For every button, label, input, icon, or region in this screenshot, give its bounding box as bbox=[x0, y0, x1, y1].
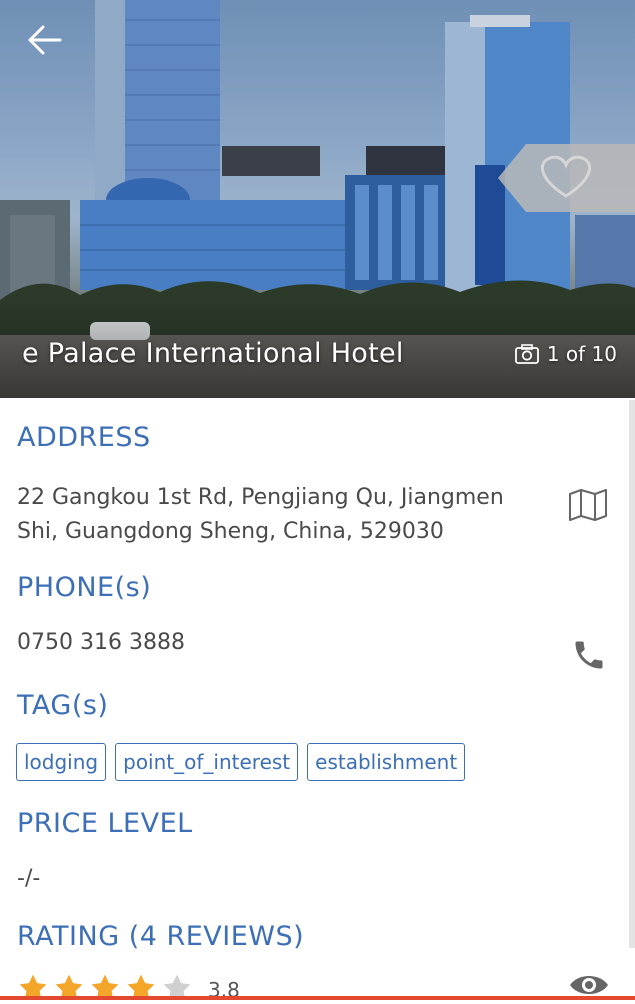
address-heading: ADDRESS bbox=[17, 422, 151, 453]
back-button[interactable] bbox=[24, 20, 64, 60]
phone-heading: PHONE(s) bbox=[17, 572, 152, 603]
bottom-accent-bar bbox=[0, 996, 635, 1000]
photo-counter[interactable]: 1 of 10 bbox=[514, 342, 617, 366]
heart-icon bbox=[498, 144, 635, 212]
favorite-button[interactable] bbox=[498, 144, 635, 212]
tag-point-of-interest[interactable]: point_of_interest bbox=[115, 743, 299, 781]
tag-establishment[interactable]: establishment bbox=[307, 743, 466, 781]
tag-lodging[interactable]: lodging bbox=[16, 743, 107, 781]
hotel-name: e Palace International Hotel bbox=[22, 338, 404, 369]
scrollbar[interactable] bbox=[629, 400, 635, 948]
phone-number[interactable]: 0750 316 3888 bbox=[17, 630, 185, 655]
back-arrow-icon bbox=[28, 25, 62, 55]
rating-heading: RATING (4 REVIEWS) bbox=[17, 921, 305, 952]
camera-icon bbox=[514, 344, 539, 364]
address-line-1: 22 Gangkou 1st Rd, Pengjiang Qu, Jiangme… bbox=[17, 485, 504, 510]
tag-list: lodging point_of_interest establishment bbox=[16, 743, 466, 781]
address-text[interactable]: 22 Gangkou 1st Rd, Pengjiang Qu, Jiangme… bbox=[17, 481, 547, 549]
phone-icon bbox=[575, 641, 603, 669]
tags-heading: TAG(s) bbox=[17, 690, 109, 721]
photo-counter-text: 1 of 10 bbox=[546, 342, 617, 366]
map-icon bbox=[569, 489, 607, 521]
hotel-photo[interactable]: e Palace International Hotel 1 of 10 bbox=[0, 0, 635, 398]
address-line-2: Shi, Guangdong Sheng, China, 529030 bbox=[17, 519, 444, 544]
map-button[interactable] bbox=[568, 488, 608, 526]
call-button[interactable] bbox=[571, 637, 607, 677]
price-level-heading: PRICE LEVEL bbox=[17, 808, 193, 839]
price-level-value: -/- bbox=[17, 866, 41, 891]
